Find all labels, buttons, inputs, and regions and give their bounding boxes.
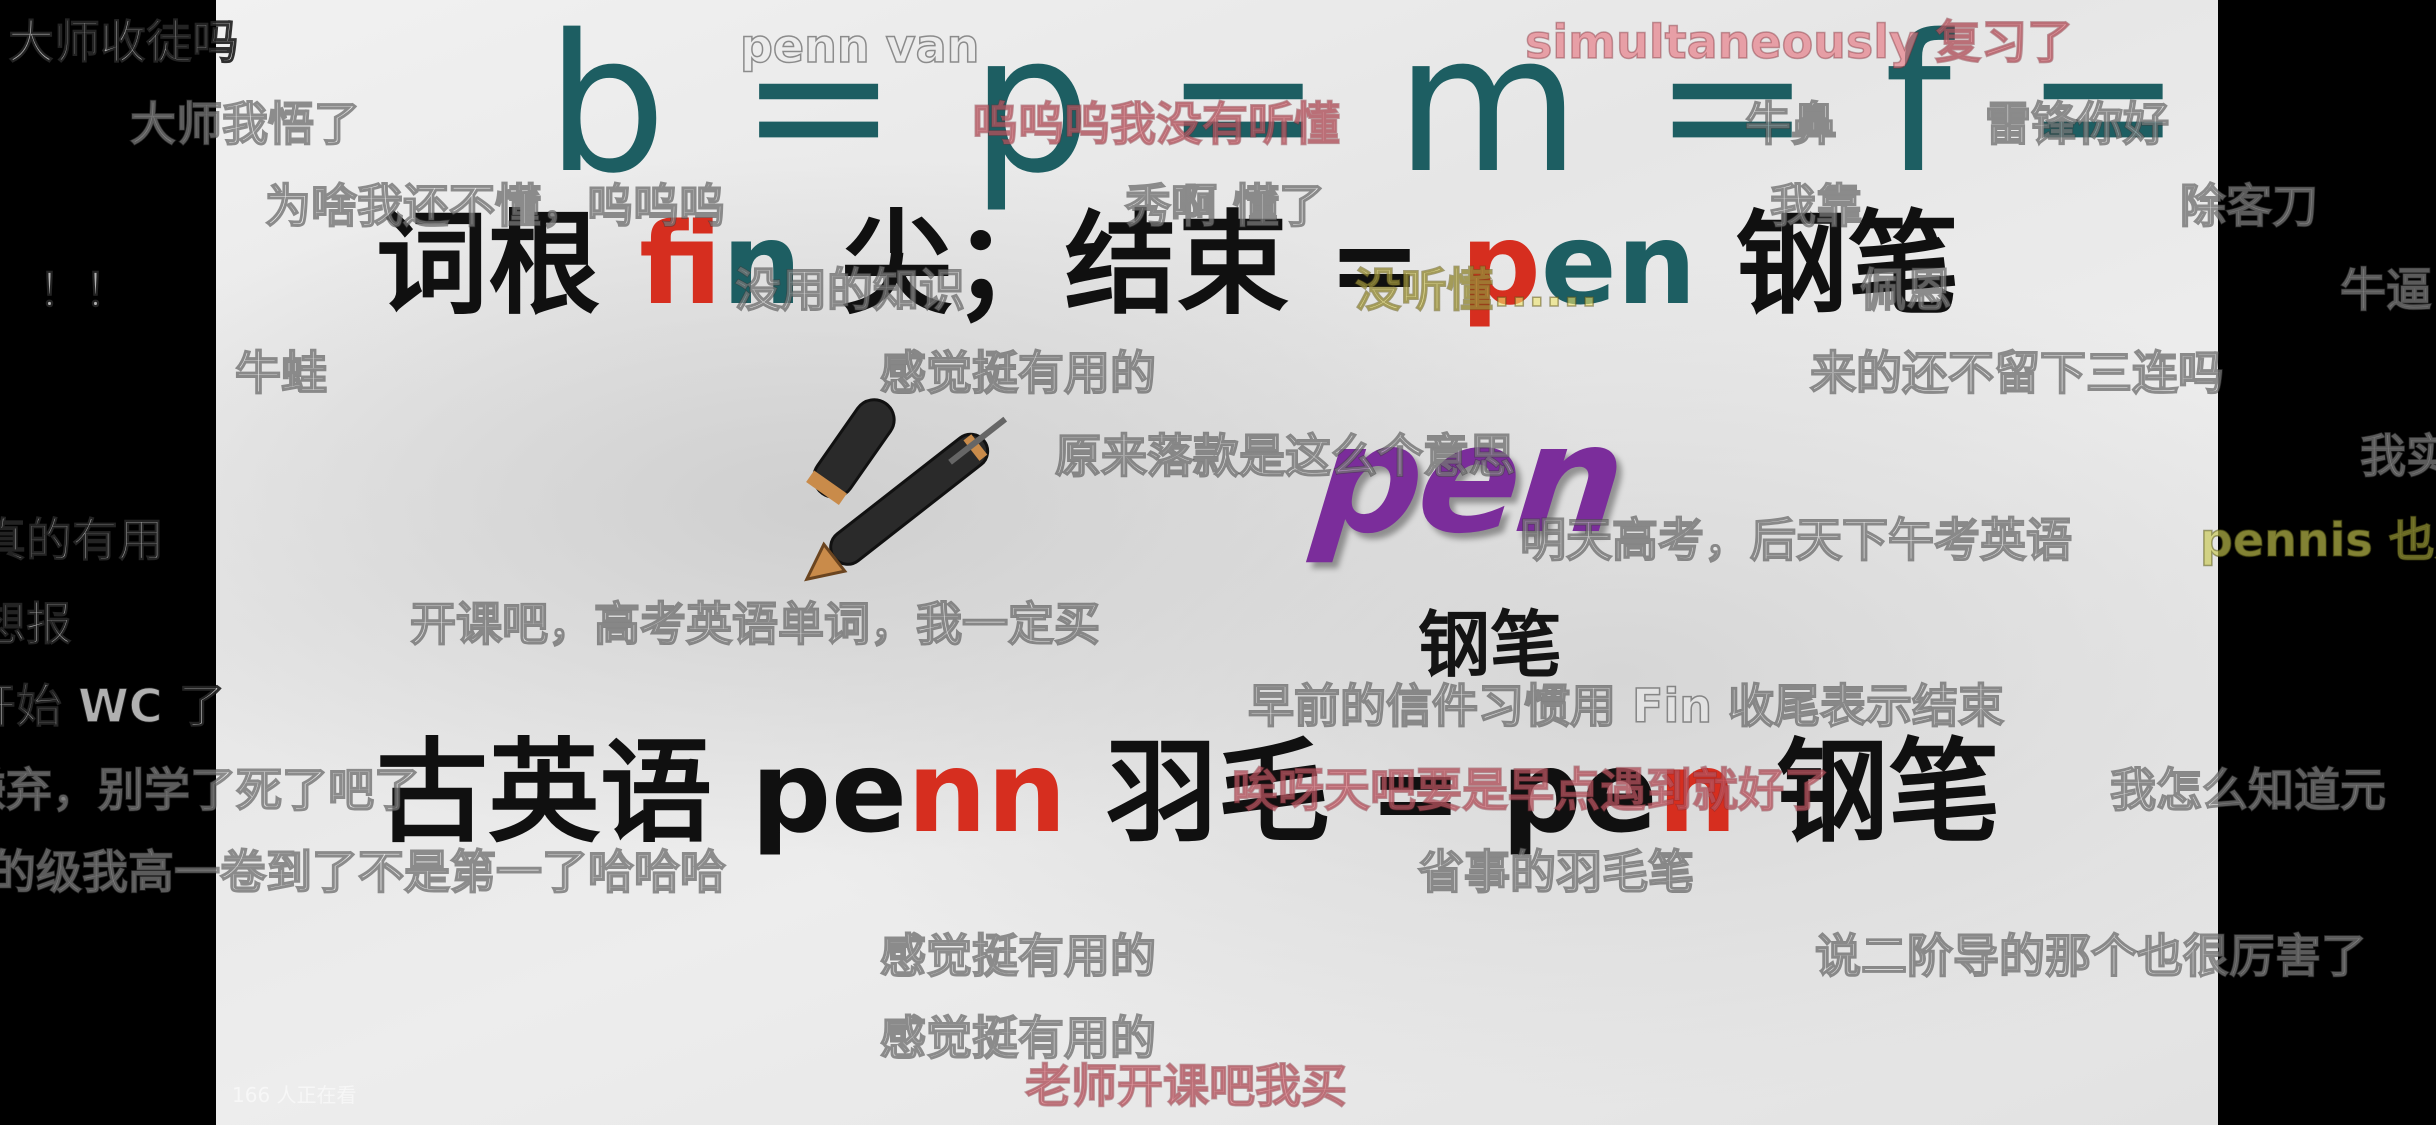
line3-mid: 羽毛 = pe (1066, 728, 1658, 858)
line2-in: in (722, 200, 802, 330)
line2-f: f (639, 200, 723, 330)
root-fin-line: 词根 fin 尖；结束 = pen 钢笔 (376, 190, 1959, 340)
danmaku-comment: 真的有用 (0, 512, 165, 568)
line2-mid: 尖；结束 = (801, 200, 1461, 330)
line2-p: p (1460, 200, 1541, 330)
fountain-pen-icon (804, 398, 1008, 582)
line3-nn: nn (907, 728, 1067, 858)
line3-n: n (1657, 728, 1738, 858)
danmaku-comment: ！！ (37, 262, 131, 318)
danmaku-comment: 大师收徒吗 (7, 14, 239, 70)
viewer-count: 166 人正在看 (232, 1083, 357, 1107)
formula-text: b = p = m = f = v (546, 0, 2218, 215)
line2-prefix: 词根 (376, 200, 639, 330)
old-english-line: 古英语 penn 羽毛 = pen 钢笔 (376, 718, 2000, 868)
danmaku-comment: 开始 WC 了 (0, 678, 225, 734)
pen-caption: 钢笔 (1418, 603, 1563, 687)
danmaku-comment: 牛逼 (2339, 262, 2433, 318)
line2-en: en (1540, 200, 1697, 330)
pen-logo: pen (1306, 393, 1630, 567)
line3-prefix: 古英语 pe (376, 728, 908, 858)
video-frame[interactable]: b = p = m = f = v 词根 fin 尖；结束 = pen 钢笔 p… (216, 0, 2218, 1125)
danmaku-comment: pennis 也是 (2199, 512, 2436, 568)
danmaku-comment: 想报 (0, 596, 73, 652)
line2-suffix: 钢笔 (1696, 200, 1960, 330)
danmaku-comment: 我实 (2359, 428, 2436, 484)
line3-suffix: 钢笔 (1737, 728, 2001, 858)
video-player[interactable]: b = p = m = f = v 词根 fin 尖；结束 = pen 钢笔 p… (0, 0, 2436, 1125)
